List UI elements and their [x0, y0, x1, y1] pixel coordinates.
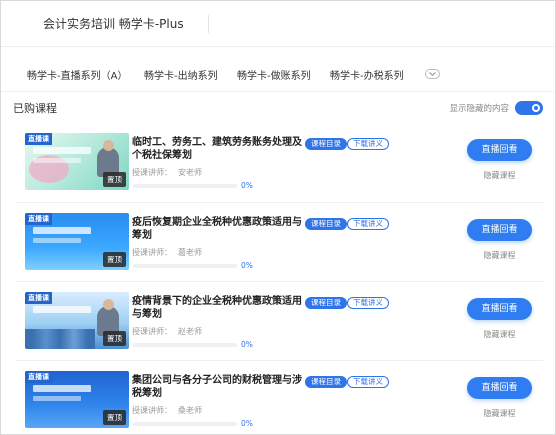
header: 会计实务培训 畅学卡-Plus: [1, 1, 555, 47]
teacher-name: 桑老师: [178, 406, 202, 415]
course-thumbnail[interactable]: 直播课 置顶: [25, 292, 129, 349]
progress-percent: 0%: [241, 261, 253, 270]
hide-course-link[interactable]: 隐藏课程: [467, 329, 532, 340]
teacher-label: 授课讲师：: [132, 168, 172, 177]
progress-percent: 0%: [241, 419, 253, 428]
course-item: 直播课 置顶 疫后恢复期企业全税种优惠政策适用与筹划 课程目录 下载讲义 授课讲…: [15, 202, 543, 281]
live-tag: 直播课: [25, 213, 52, 225]
live-tag: 直播课: [25, 133, 52, 145]
show-hidden-label: 显示隐藏的内容: [449, 104, 509, 114]
course-title[interactable]: 集团公司与各分子公司的财税管理与涉税筹划: [132, 374, 302, 400]
teacher-label: 授课讲师：: [132, 406, 172, 415]
teacher-name: 安老师: [178, 168, 202, 177]
toggle-knob: [532, 104, 540, 112]
section-title: 已购课程: [13, 102, 57, 115]
tab-tax-series[interactable]: 畅学卡-办税系列: [330, 67, 404, 82]
show-hidden-control: 显示隐藏的内容: [449, 101, 543, 115]
hide-course-link[interactable]: 隐藏课程: [467, 250, 532, 261]
pin-to-top-button[interactable]: 置顶: [103, 252, 126, 267]
tabs-divider: [1, 91, 555, 92]
course-directory-button[interactable]: 课程目录: [305, 376, 347, 388]
pin-to-top-button[interactable]: 置顶: [103, 410, 126, 425]
series-tabs: 畅学卡-直播系列（A） 畅学卡-出纳系列 畅学卡-做账系列 畅学卡-办税系列: [1, 63, 555, 85]
download-notes-button[interactable]: 下载讲义: [347, 218, 389, 230]
more-tabs-button[interactable]: [425, 69, 440, 79]
course-title[interactable]: 疫后恢复期企业全税种优惠政策适用与筹划: [132, 216, 302, 242]
course-item: 直播课 置顶 集团公司与各分子公司的财税管理与涉税筹划 课程目录 下载讲义 授课…: [15, 360, 543, 434]
teacher-name: 葛老师: [178, 248, 202, 257]
course-teacher: 授课讲师： 桑老师: [132, 405, 202, 416]
course-teacher: 授课讲师： 葛老师: [132, 247, 202, 258]
thumbnail-subbanner: [33, 158, 81, 163]
course-teacher: 授课讲师： 安老师: [132, 167, 202, 178]
progress-bar: [133, 184, 237, 188]
replay-live-button[interactable]: 直播回看: [467, 298, 532, 320]
thumbnail-banner: [33, 385, 91, 392]
pin-to-top-button[interactable]: 置顶: [103, 331, 126, 346]
hide-course-link[interactable]: 隐藏课程: [467, 170, 532, 181]
course-directory-button[interactable]: 课程目录: [305, 218, 347, 230]
replay-live-button[interactable]: 直播回看: [467, 377, 532, 399]
course-directory-button[interactable]: 课程目录: [305, 138, 347, 150]
show-hidden-toggle[interactable]: [515, 101, 543, 115]
live-tag: 直播课: [25, 371, 52, 383]
replay-live-button[interactable]: 直播回看: [467, 139, 532, 161]
course-title[interactable]: 疫情背景下的企业全税种优惠政策适用与筹划: [132, 295, 302, 321]
course-thumbnail[interactable]: 直播课 置顶: [25, 371, 129, 428]
thumbnail-subbanner: [33, 396, 81, 401]
replay-live-button[interactable]: 直播回看: [467, 219, 532, 241]
teacher-label: 授课讲师：: [132, 327, 172, 336]
teacher-name: 赵老师: [178, 327, 202, 336]
course-item: 直播课 置顶 临时工、劳务工、建筑劳务账务处理及个税社保筹划 课程目录 下载讲义…: [15, 123, 543, 202]
course-directory-button[interactable]: 课程目录: [305, 297, 347, 309]
course-item: 直播课 置顶 疫情背景下的企业全税种优惠政策适用与筹划 课程目录 下载讲义 授课…: [15, 281, 543, 360]
page-title: 会计实务培训 畅学卡-Plus: [43, 17, 184, 31]
chevron-down-icon: [429, 72, 436, 76]
thumbnail-subbanner: [33, 238, 81, 243]
hide-course-link[interactable]: 隐藏课程: [467, 408, 532, 419]
progress-bar: [133, 422, 237, 426]
course-thumbnail[interactable]: 直播课 置顶: [25, 133, 129, 190]
tab-cashier-series[interactable]: 畅学卡-出纳系列: [144, 67, 218, 82]
course-teacher: 授课讲师： 赵老师: [132, 326, 202, 337]
app-window: 会计实务培训 畅学卡-Plus 畅学卡-直播系列（A） 畅学卡-出纳系列 畅学卡…: [0, 0, 556, 435]
pin-to-top-button[interactable]: 置顶: [103, 172, 126, 187]
progress-bar: [133, 264, 237, 268]
teacher-label: 授课讲师：: [132, 248, 172, 257]
download-notes-button[interactable]: 下载讲义: [347, 138, 389, 150]
progress-percent: 0%: [241, 340, 253, 349]
thumbnail-banner: [33, 227, 91, 234]
course-thumbnail[interactable]: 直播课 置顶: [25, 213, 129, 270]
course-list: 直播课 置顶 临时工、劳务工、建筑劳务账务处理及个税社保筹划 课程目录 下载讲义…: [15, 123, 543, 434]
progress-bar: [133, 343, 237, 347]
progress-percent: 0%: [241, 181, 253, 190]
download-notes-button[interactable]: 下载讲义: [347, 376, 389, 388]
live-tag: 直播课: [25, 292, 52, 304]
download-notes-button[interactable]: 下载讲义: [347, 297, 389, 309]
thumbnail-banner: [33, 306, 91, 313]
thumbnail-skyline: [25, 329, 95, 349]
course-title[interactable]: 临时工、劳务工、建筑劳务账务处理及个税社保筹划: [132, 136, 302, 162]
tab-live-series[interactable]: 畅学卡-直播系列（A）: [27, 67, 127, 82]
tab-bookkeeping-series[interactable]: 畅学卡-做账系列: [237, 67, 311, 82]
header-divider: [208, 15, 209, 33]
thumbnail-banner: [33, 147, 91, 154]
